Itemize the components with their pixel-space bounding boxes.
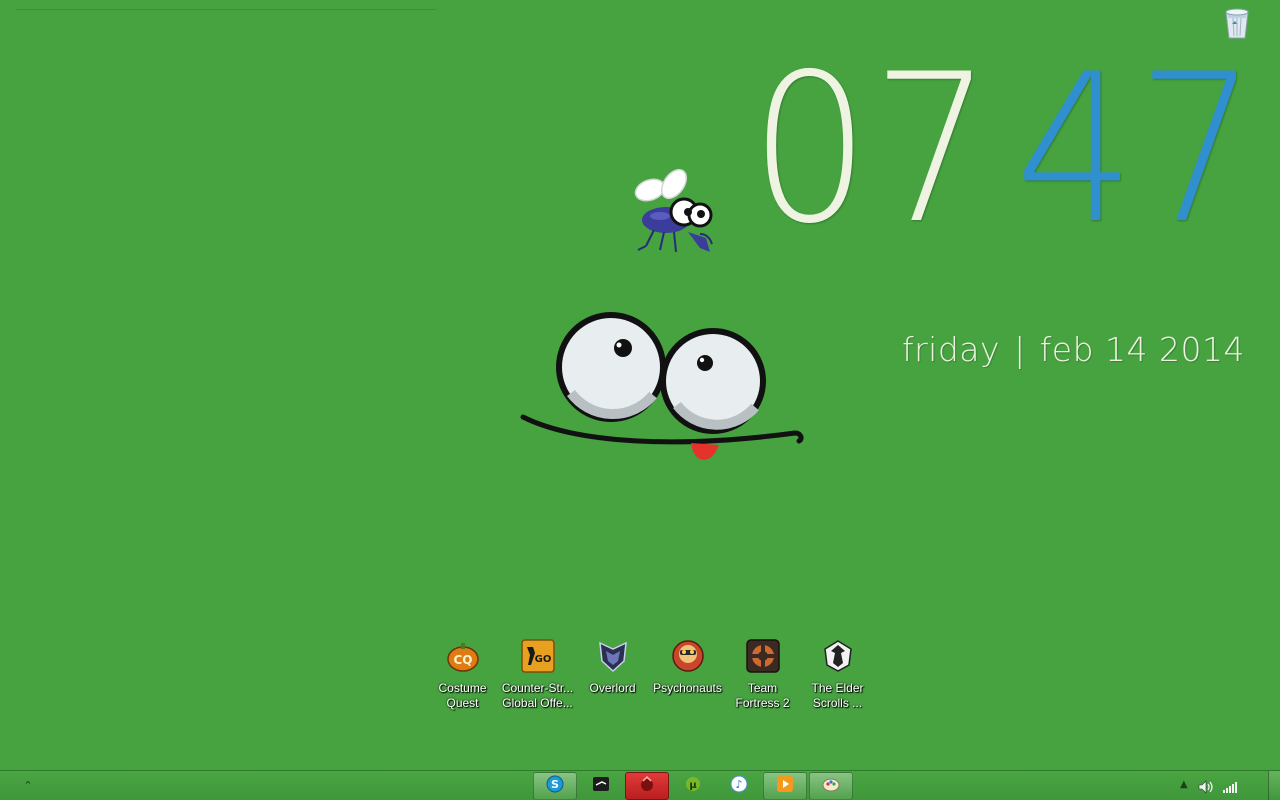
svg-text:CQ: CQ <box>453 653 472 667</box>
desktop-icon-label: The Elder Scrolls ... <box>811 681 864 710</box>
taskbar-app-paint[interactable] <box>809 772 853 800</box>
itunes-icon: ♪ <box>730 775 748 797</box>
top-divider-line <box>16 9 436 10</box>
desktop-icon-csgo[interactable]: GO Counter-Str... Global Offe... <box>500 638 575 714</box>
costume-quest-icon: CQ <box>446 638 480 674</box>
desktop-icon-label: Counter-Str... Global Offe... <box>501 681 574 710</box>
overlord-icon <box>596 638 630 674</box>
skype-icon: S <box>546 775 564 797</box>
show-hidden-icons-icon[interactable]: ▲ <box>1180 779 1188 790</box>
taskbar-app-media-player[interactable] <box>763 772 807 800</box>
show-desktop-button[interactable] <box>1268 771 1280 800</box>
taskbar-app-skype[interactable]: S <box>533 772 577 800</box>
desktop-icon-team-fortress-2[interactable]: Team Fortress 2 <box>725 638 800 714</box>
red-app-icon <box>638 775 656 797</box>
desktop-date: friday | feb 14 2014 <box>902 330 1245 369</box>
desktop-clock: 07 47 <box>750 31 1280 269</box>
system-tray: ▲ <box>1180 771 1280 800</box>
network-icon[interactable] <box>1222 779 1238 798</box>
csgo-icon: GO <box>520 638 555 674</box>
taskbar-app-utorrent[interactable]: µ <box>671 772 715 800</box>
team-fortress-icon <box>745 638 780 674</box>
taskbar-app-itunes[interactable]: ♪ <box>717 772 761 800</box>
desktop-icon-label: Team Fortress 2 <box>735 681 790 710</box>
clock-hours: 07 <box>750 31 994 269</box>
elder-scrolls-icon <box>821 638 855 674</box>
date-separator: | <box>1014 330 1026 369</box>
desktop-icon-overlord[interactable]: Overlord <box>575 638 650 714</box>
date-weekday: friday <box>902 330 1001 369</box>
taskbar: ⌃ S µ ♪ ▲ <box>0 770 1280 800</box>
steam-icon <box>592 775 610 797</box>
taskbar-app-steam[interactable] <box>579 772 623 800</box>
taskbar-apps: S µ ♪ <box>533 772 855 800</box>
desktop-icon-psychonauts[interactable]: Psychonauts <box>650 638 725 714</box>
desktop-icon-label: Psychonauts <box>653 681 722 695</box>
svg-text:µ: µ <box>689 780 697 791</box>
clock-minutes: 47 <box>1014 31 1259 269</box>
desktop-icon-label: Overlord <box>589 681 636 695</box>
fly-illustration <box>628 168 720 264</box>
media-player-icon <box>776 775 794 797</box>
paint-icon <box>822 775 840 797</box>
date-day: feb 14 2014 <box>1039 330 1246 369</box>
svg-text:S: S <box>551 778 559 791</box>
psychonauts-icon <box>671 638 705 674</box>
svg-text:GO: GO <box>534 654 551 665</box>
desktop-icon-grid: CQ Costume Quest GO Counter-Str... Globa… <box>425 638 875 714</box>
desktop-icon-elder-scrolls[interactable]: The Elder Scrolls ... <box>800 638 875 714</box>
start-chevron-icon[interactable]: ⌃ <box>20 778 36 794</box>
taskbar-app-red[interactable] <box>625 772 669 800</box>
volume-icon[interactable] <box>1198 779 1214 798</box>
svg-text:♪: ♪ <box>735 778 742 791</box>
desktop-icon-label: Costume Quest <box>438 681 487 710</box>
utorrent-icon: µ <box>684 775 702 797</box>
frog-face-illustration <box>515 305 810 475</box>
desktop-icon-costume-quest[interactable]: CQ Costume Quest <box>425 638 500 714</box>
